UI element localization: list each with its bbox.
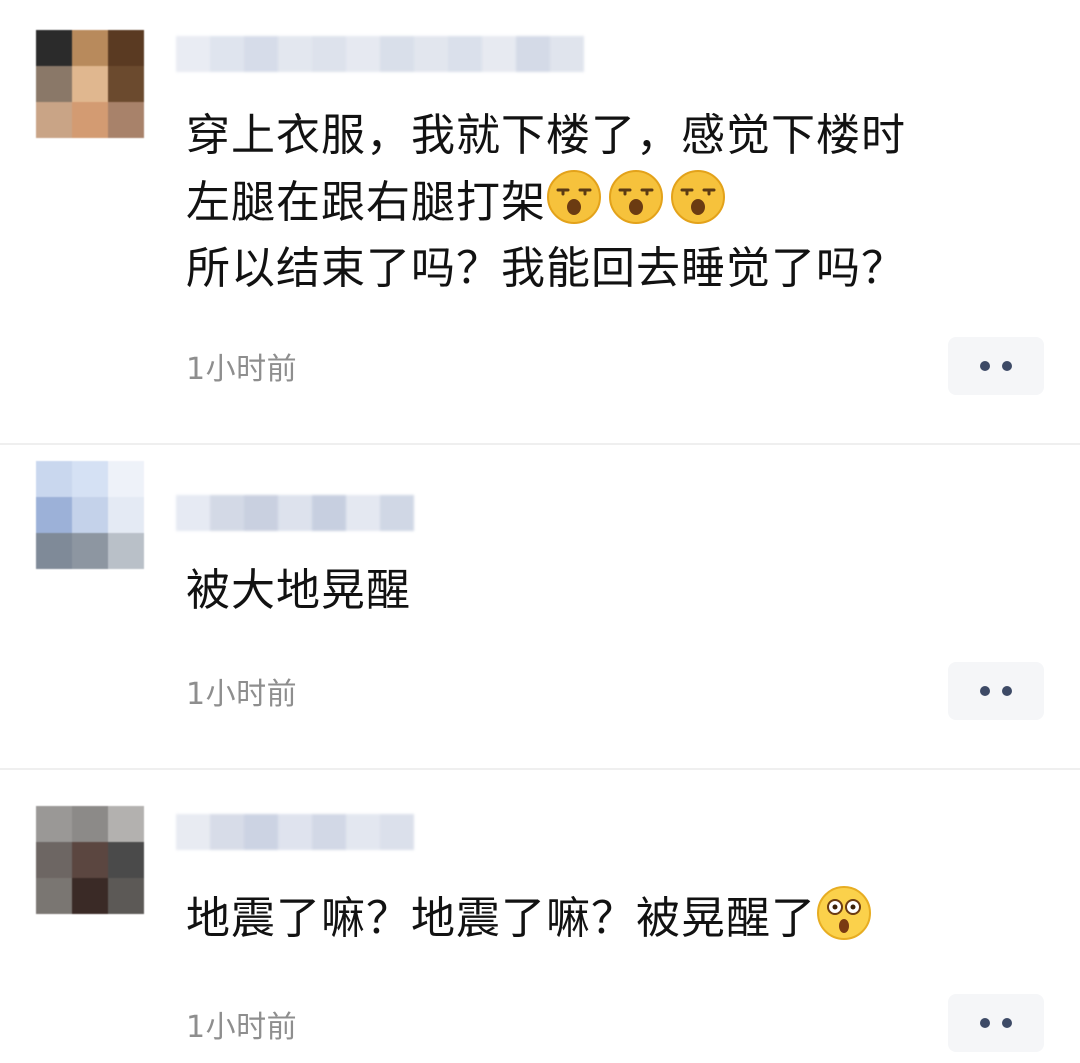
username-pixel [380,36,414,72]
avatar-pixel [36,497,72,533]
avatar-pixel [108,497,144,533]
username[interactable] [176,36,584,72]
username-pixel [346,495,380,531]
username-pixel [210,36,244,72]
username-pixel [244,36,278,72]
username-pixel [176,495,210,531]
comment-text: 穿上衣服，我就下楼了，感觉下楼时 左腿在跟右腿打架 所以结束了吗？我能回去睡觉了… [186,103,906,302]
comment-text: 被大地晃醒 [186,558,411,624]
avatar-pixel [72,842,108,878]
username-pixel [516,36,550,72]
username-pixel [312,814,346,850]
username-pixel [380,814,414,850]
astonished-face-icon [817,886,871,940]
avatar-pixel [72,461,108,497]
avatar[interactable] [36,461,144,569]
avatar-pixel [108,102,144,138]
username-pixel [278,814,312,850]
dot-icon [980,361,990,371]
comment-line: 穿上衣服，我就下楼了，感觉下楼时 [186,110,906,161]
comment-line: 地震了嘛？地震了嘛？被晃醒了 [186,885,878,952]
comment-item: 被大地晃醒 1小时前 [0,445,1080,768]
avatar-pixel [36,878,72,914]
comment-line: 左腿在跟右腿打架 [186,169,906,236]
avatar-pixel [36,30,72,66]
dot-icon [980,1018,990,1028]
timestamp: 1小时前 [186,352,298,387]
username[interactable] [176,495,414,531]
username-pixel [176,36,210,72]
dot-icon [1002,361,1012,371]
username-pixel [346,36,380,72]
username-pixel [278,36,312,72]
avatar[interactable] [36,806,144,914]
more-options-button[interactable] [948,662,1044,720]
avatar-pixel [72,533,108,569]
avatar-pixel [36,533,72,569]
sleepy-face-icon [671,170,725,224]
username-pixel [210,495,244,531]
username-pixel [176,814,210,850]
avatar-pixel [108,878,144,914]
dot-icon [1002,686,1012,696]
more-options-button[interactable] [948,337,1044,395]
avatar-pixel [108,842,144,878]
avatar-pixel [36,66,72,102]
username-pixel [414,36,448,72]
username-pixel [244,814,278,850]
username-pixel [380,495,414,531]
avatar-pixel [36,842,72,878]
username-pixel [312,495,346,531]
sleepy-face-icon [547,170,601,224]
avatar-pixel [36,102,72,138]
username-pixel [278,495,312,531]
sleepy-face-icon [609,170,663,224]
comment-text: 地震了嘛？地震了嘛？被晃醒了 [186,885,878,952]
avatar-pixel [72,806,108,842]
username-pixel [448,36,482,72]
avatar-pixel [108,66,144,102]
avatar-pixel [108,533,144,569]
username-pixel [550,36,584,72]
avatar[interactable] [36,30,144,138]
avatar-pixel [108,806,144,842]
avatar-pixel [36,461,72,497]
dot-icon [980,686,990,696]
timestamp: 1小时前 [186,677,298,712]
avatar-pixel [72,30,108,66]
username-pixel [312,36,346,72]
avatar-pixel [72,497,108,533]
avatar-pixel [72,102,108,138]
dot-icon [1002,1018,1012,1028]
comment-item: 穿上衣服，我就下楼了，感觉下楼时 左腿在跟右腿打架 所以结束了吗？我能回去睡觉了… [0,0,1080,443]
comment-item: 地震了嘛？地震了嘛？被晃醒了 1小时前 [0,770,1080,1063]
avatar-pixel [36,806,72,842]
avatar-pixel [108,461,144,497]
avatar-pixel [72,878,108,914]
avatar-pixel [108,30,144,66]
username-pixel [210,814,244,850]
username-pixel [482,36,516,72]
comment-line: 被大地晃醒 [186,565,411,616]
username-pixel [244,495,278,531]
username-pixel [346,814,380,850]
more-options-button[interactable] [948,994,1044,1052]
comment-line: 所以结束了吗？我能回去睡觉了吗？ [186,243,906,294]
timestamp: 1小时前 [186,1010,298,1045]
username[interactable] [176,814,414,850]
avatar-pixel [72,66,108,102]
